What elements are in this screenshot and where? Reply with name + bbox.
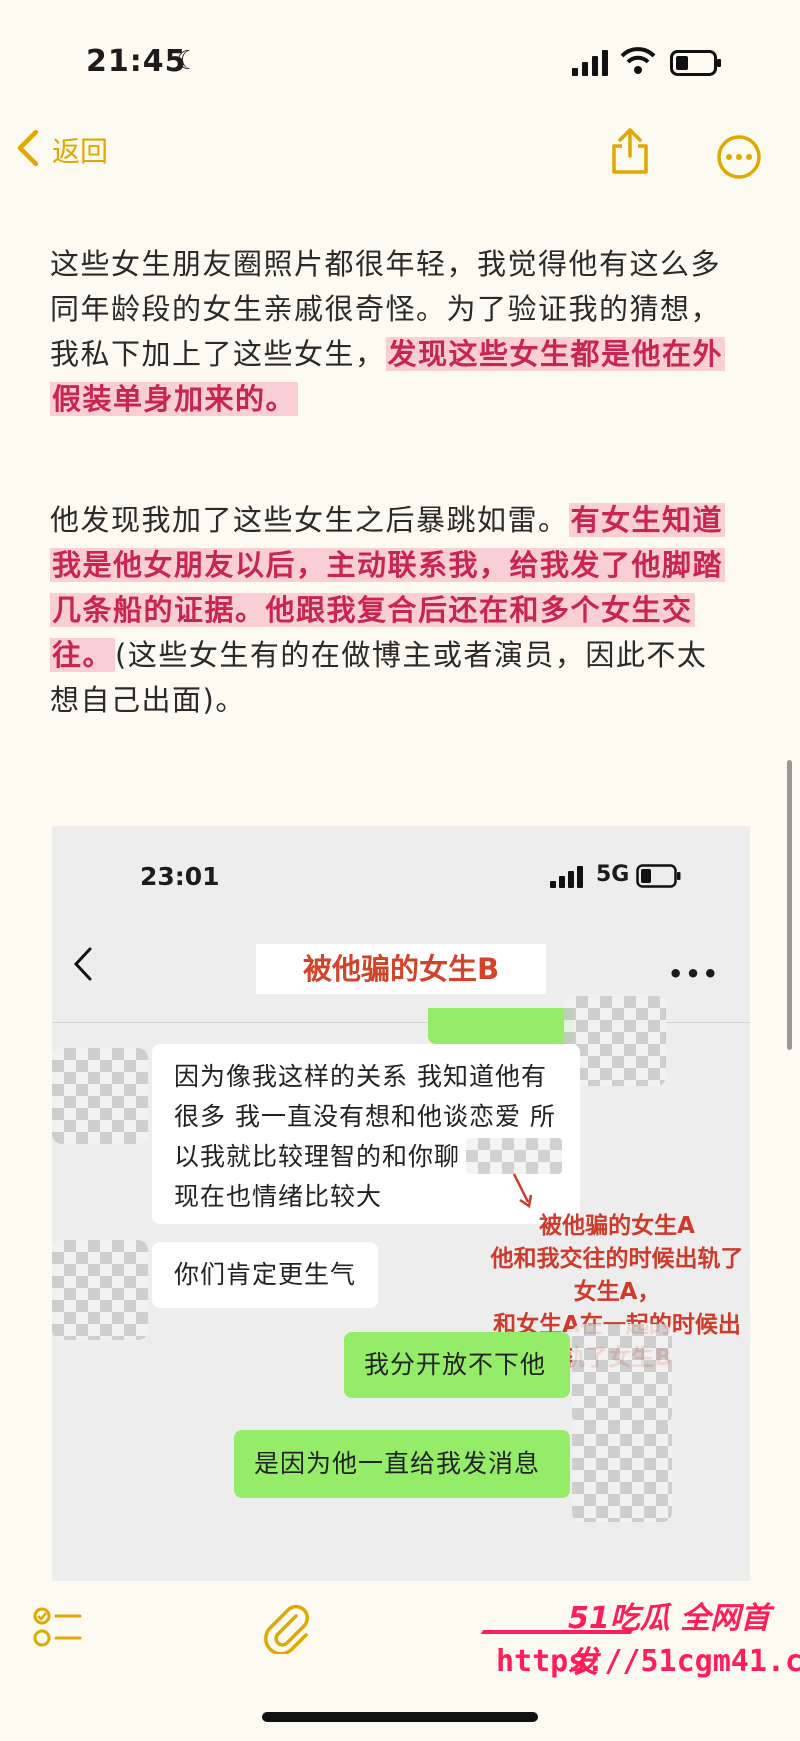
status-time: 21:45 — [86, 44, 187, 79]
note-paragraph-1: 这些女生朋友圈照片都很年轻，我觉得他有这么多同年龄段的女生亲戚很奇怪。为了验证我… — [50, 242, 730, 422]
avatar-right-3 — [572, 1422, 672, 1522]
embedded-status-time: 23:01 — [140, 862, 220, 891]
watermark-url: https://51cgm41.com — [496, 1644, 800, 1679]
back-chevron-icon — [14, 128, 42, 172]
embedded-signal-icon — [550, 866, 584, 888]
message-4-text: 是因为他一直给我发消息 — [254, 1449, 541, 1478]
message-1-line-2: 很多 我一直没有想和他谈恋爱 所 — [174, 1102, 556, 1131]
watermark-streak — [480, 1630, 634, 1634]
embedded-more-icon: ••• — [668, 960, 721, 988]
message-1-line-1: 因为像我这样的关系 我知道他有 — [174, 1062, 547, 1091]
embedded-battery-icon — [636, 864, 682, 892]
note-text: (这些女生有的在做博主或者演员，因此不太想自己出面)。 — [50, 638, 708, 717]
annotation-arrow-icon — [508, 1172, 538, 1214]
chat-title-label-box: 被他骗的女生B — [256, 944, 546, 994]
back-label: 返回 — [52, 135, 109, 168]
chat-title: 被他骗的女生B — [302, 952, 500, 986]
note-text: 他发现我加了这些女生之后暴跳如雷。 — [50, 503, 569, 537]
message-1-line-4: 现在也情绪比较大 — [174, 1182, 383, 1211]
message-2-text: 你们肯定更生气 — [174, 1260, 357, 1289]
scrollbar[interactable] — [787, 760, 792, 1050]
moon-icon: ☾ — [176, 46, 200, 76]
wifi-icon — [620, 44, 656, 80]
avatar-left-2 — [52, 1240, 148, 1340]
embedded-chat-screenshot: 23:01 5G 被他骗的女生B ••• 因为像我这样的关系 我知道他有 很多 … — [52, 826, 750, 1581]
annotation-line-1: 被他骗的女生A — [539, 1213, 695, 1239]
avatar-right-2 — [572, 1324, 672, 1424]
battery-icon — [670, 50, 722, 80]
attachment-icon[interactable] — [262, 1602, 312, 1658]
message-3-text: 我分开放不下他 — [364, 1350, 547, 1379]
redaction-mosaic — [466, 1138, 562, 1174]
message-bubble-3: 我分开放不下他 — [344, 1332, 570, 1398]
message-1-line-3: 以我就比较理智的和你聊 — [174, 1142, 461, 1171]
signal-icon — [572, 50, 610, 76]
message-bubble-2: 你们肯定更生气 — [152, 1242, 378, 1308]
more-icon[interactable] — [716, 134, 762, 184]
home-indicator[interactable] — [262, 1712, 538, 1722]
embedded-back-chevron-icon — [72, 946, 94, 986]
annotation-line-2: 他和我交往的时候出轨了 — [490, 1246, 744, 1272]
annotation-line-3: 女生A， — [573, 1279, 661, 1305]
back-button[interactable]: 返回 — [14, 128, 108, 172]
message-bubble-4: 是因为他一直给我发消息 — [234, 1430, 570, 1498]
message-bubble-partial — [428, 1008, 574, 1044]
note-paragraph-2: 他发现我加了这些女生之后暴跳如雷。有女生知道我是他女朋友以后，主动联系我，给我发… — [50, 498, 730, 723]
embedded-network: 5G — [596, 862, 630, 887]
avatar-left-1 — [52, 1048, 148, 1144]
checklist-icon[interactable] — [32, 1604, 84, 1656]
share-icon[interactable] — [608, 126, 652, 180]
